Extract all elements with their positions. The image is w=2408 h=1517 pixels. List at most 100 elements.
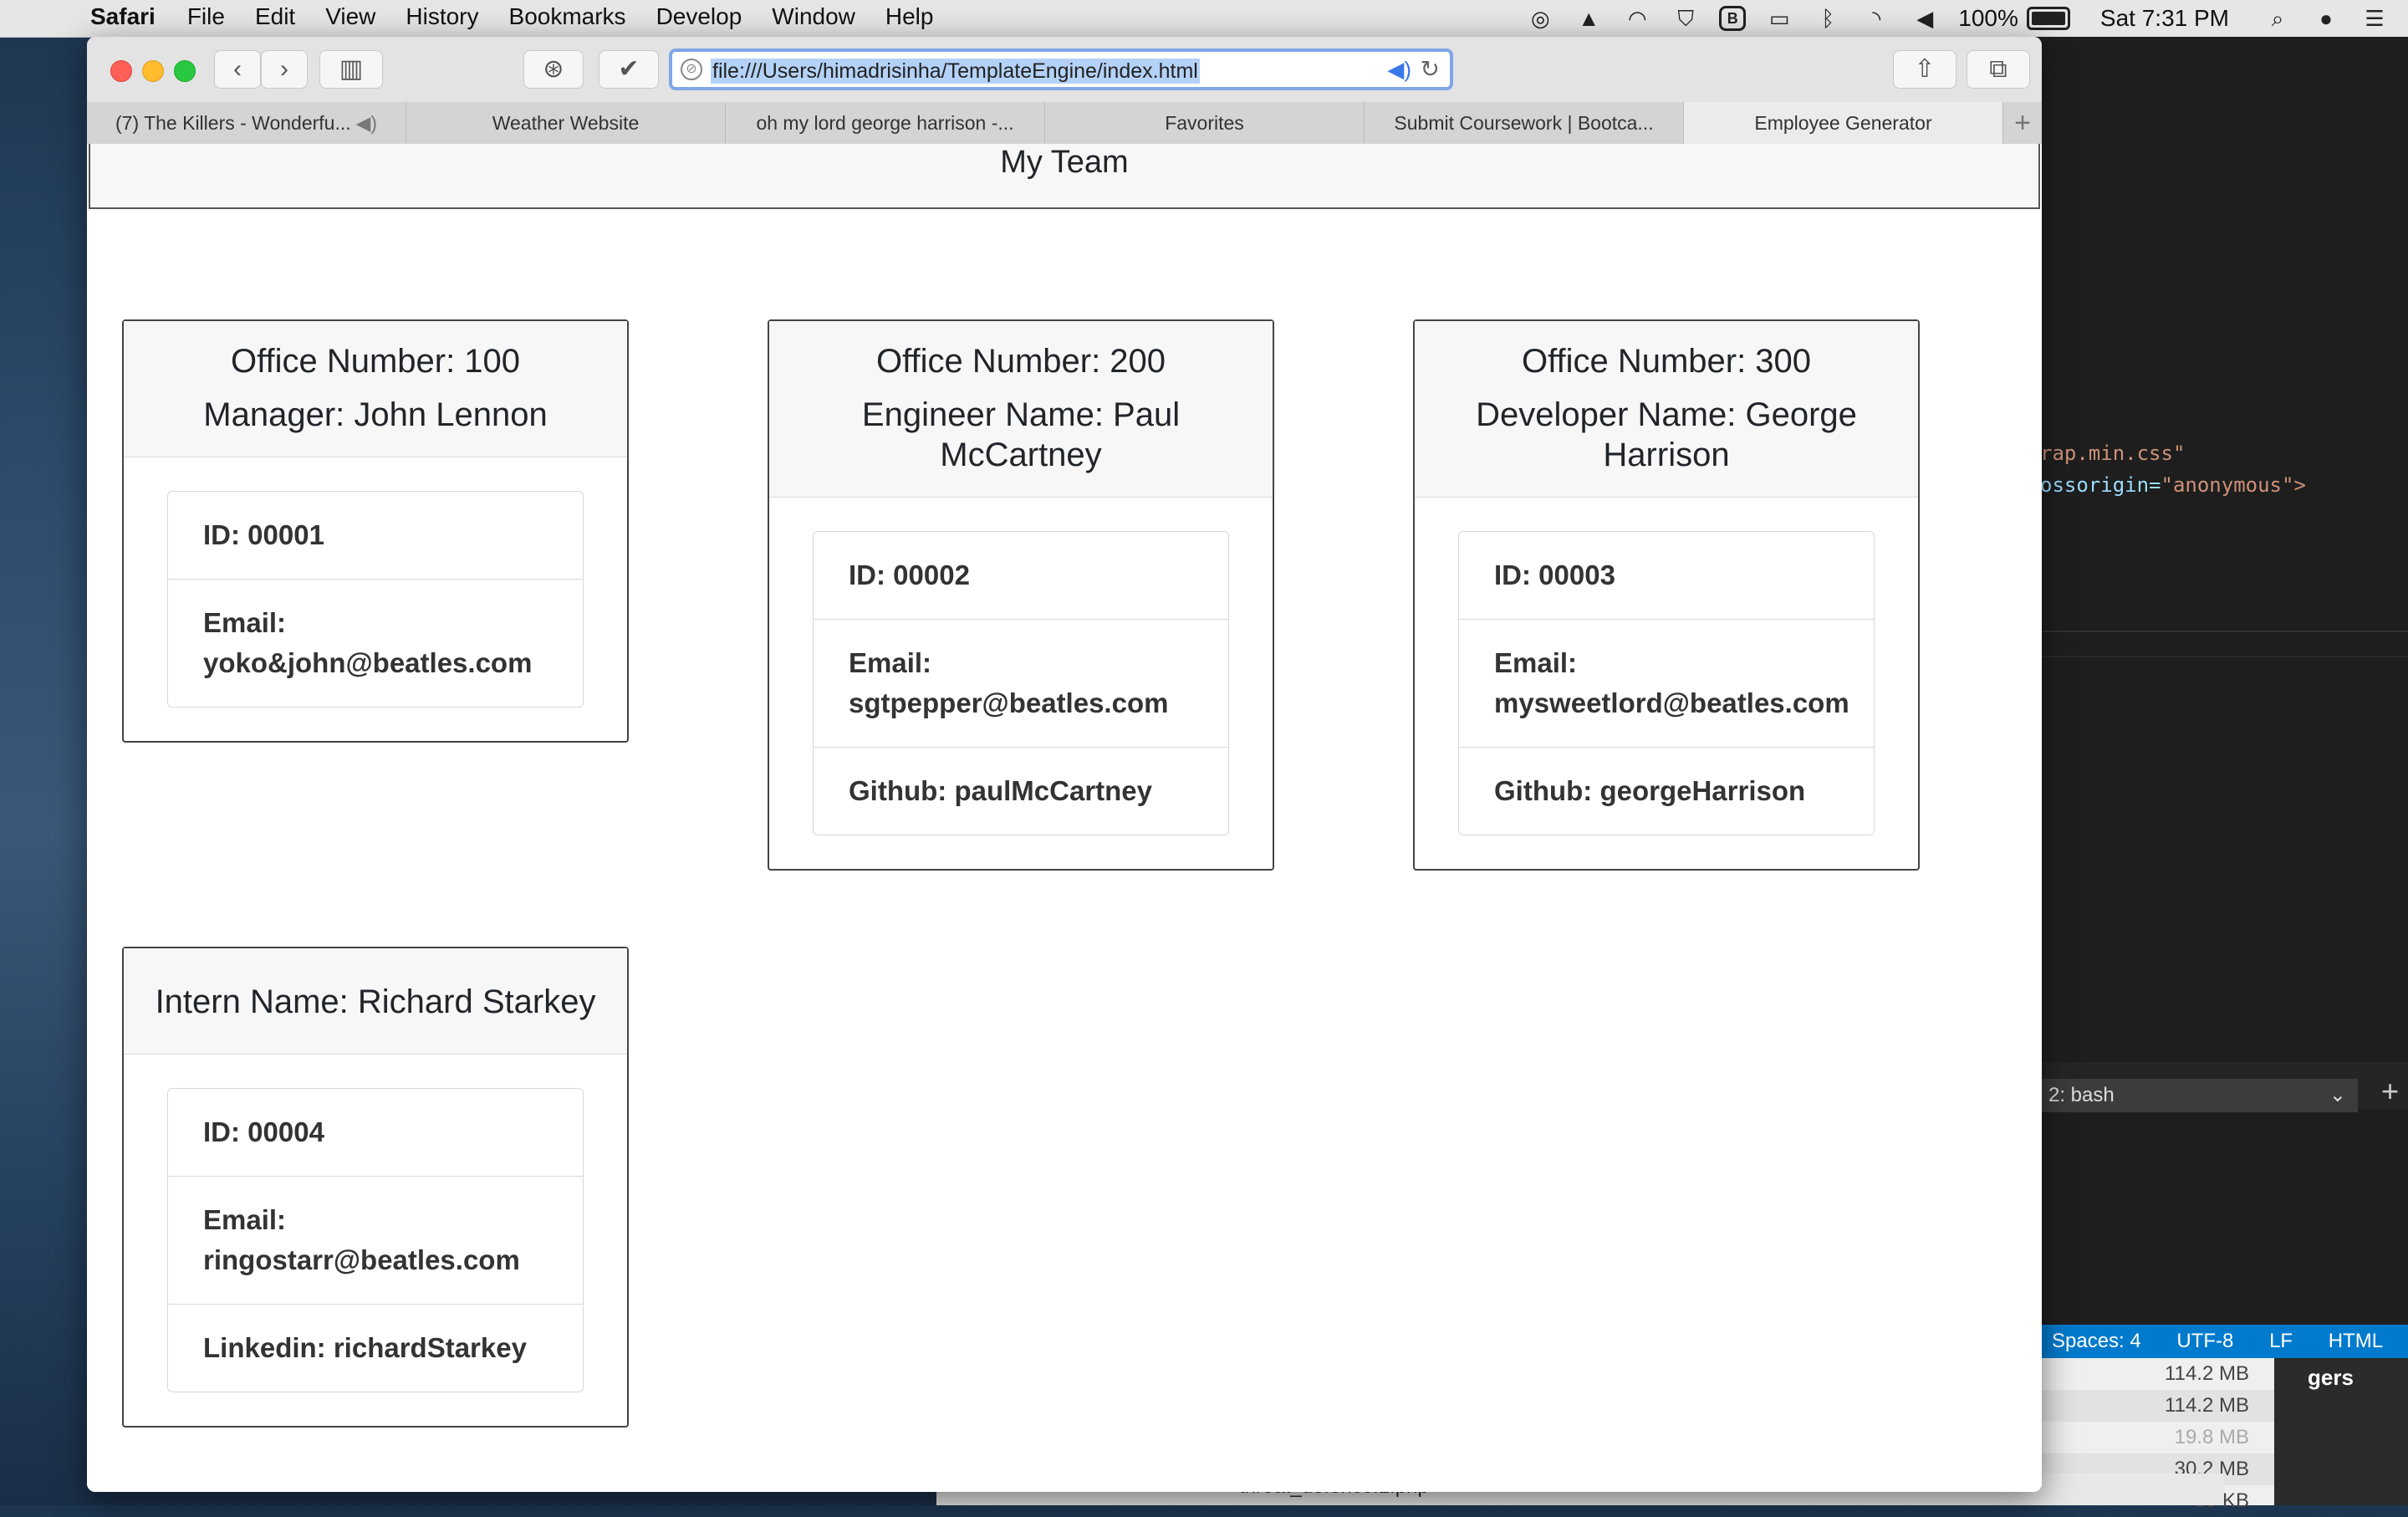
zoom-window-button[interactable]	[174, 60, 196, 82]
file-size: 19.8 MB	[2174, 1426, 2249, 1448]
tab-the-killers[interactable]: (7) The Killers - Wonderfu... ◀)	[87, 102, 406, 144]
tab-submit-coursework[interactable]: Submit Coursework | Bootca...	[1365, 102, 1684, 144]
url-text[interactable]: file:///Users/himadrisinha/TemplateEngin…	[711, 59, 1200, 84]
battery-percent: 100%	[1958, 5, 2018, 31]
chevron-right-icon: ›	[280, 55, 288, 83]
battery-icon[interactable]	[2026, 7, 2070, 30]
status-language[interactable]: HTML	[2329, 1330, 2383, 1352]
tab-george-harrison[interactable]: oh my lord george harrison -...	[726, 102, 1045, 144]
card-body: ID: 00002 Email: sgtpepper@beatles.com G…	[769, 498, 1273, 869]
employee-email: Email: mysweetlord@beatles.com	[1459, 619, 1874, 747]
employee-id: ID: 00001	[203, 519, 324, 550]
vpn-shield-icon[interactable]: ⛉	[1671, 6, 1701, 31]
menu-view[interactable]: View	[325, 3, 375, 30]
menu-app-name[interactable]: Safari	[90, 3, 156, 30]
tab-bar: (7) The Killers - Wonderfu... ◀) Weather …	[87, 102, 2042, 145]
terminal-select[interactable]: 2: bash ⌄	[2040, 1079, 2358, 1112]
tab-favorites[interactable]: Favorites	[1045, 102, 1365, 144]
employee-id: ID: 00002	[849, 559, 970, 590]
menu-window[interactable]: Window	[772, 3, 855, 30]
divider	[2040, 631, 2408, 632]
notification-center-icon[interactable]: ☰	[2360, 6, 2390, 31]
employee-github: Github: paulMcCartney	[814, 747, 1228, 835]
tab-label: (7) The Killers - Wonderfu...	[115, 112, 351, 134]
crosshair-icon: ⊛	[543, 55, 564, 83]
menu-bookmarks[interactable]: Bookmarks	[509, 3, 626, 30]
page-title: My Team	[1000, 145, 1129, 180]
finder-label: gers	[2308, 1365, 2354, 1390]
menu-file[interactable]: File	[187, 3, 225, 30]
back-button[interactable]: ‹	[214, 50, 261, 89]
bluetooth-icon[interactable]: ᛒ	[1813, 6, 1843, 31]
new-terminal-icon[interactable]: +	[2381, 1074, 2399, 1109]
finder-panel: gers	[2274, 1358, 2408, 1505]
new-tab-icon[interactable]: +	[2003, 102, 2042, 144]
file-size: 114.2 MB	[2165, 1362, 2249, 1385]
background-code-editor: rap.min.css" ossorigin="anonymous"> 2: b…	[1990, 37, 2408, 1512]
code-string: "anonymous">	[2161, 473, 2306, 497]
employee-email: Email: yoko&john@beatles.com	[168, 579, 583, 707]
page-header: My Team	[89, 144, 2040, 209]
checkmark-extension-button[interactable]: ✔	[599, 50, 659, 89]
chevron-left-icon: ‹	[233, 55, 242, 83]
menu-help[interactable]: Help	[885, 3, 934, 30]
tab-label: Submit Coursework | Bootca...	[1394, 112, 1654, 134]
forward-button[interactable]: ›	[261, 50, 308, 89]
card-header: Office Number: 100 Manager: John Lennon	[124, 321, 627, 457]
tab-label: Employee Generator	[1754, 112, 1932, 134]
menu-edit[interactable]: Edit	[255, 3, 295, 30]
clock[interactable]: Sat 7:31 PM	[2100, 5, 2229, 32]
bootstrap-icon[interactable]: B	[1719, 6, 1747, 31]
activity-icon[interactable]: ◠	[1622, 6, 1652, 31]
card-body: ID: 00003 Email: mysweetlord@beatles.com…	[1415, 498, 1918, 869]
tab-label: oh my lord george harrison -...	[756, 112, 1014, 134]
safari-window: ‹ › ▥ ⊛ ✔ ⊘ file:///Users/himadrisinha/T…	[87, 37, 2042, 1492]
tab-employee-generator[interactable]: Employee Generator	[1684, 102, 2003, 144]
audio-playing-icon[interactable]: ◀)	[1387, 57, 1411, 83]
address-bar[interactable]: ⊘ file:///Users/himadrisinha/TemplateEng…	[669, 49, 1453, 90]
employee-name: Developer Name: George Harrison	[1476, 396, 1857, 473]
chevron-down-icon: ⌄	[2329, 1084, 2346, 1106]
terminal-select-value: 2: bash	[2048, 1084, 2115, 1106]
search-icon[interactable]: ⌕	[2263, 6, 2293, 31]
vlc-icon[interactable]: ▲	[1574, 6, 1604, 31]
divider	[2040, 656, 2408, 657]
detail-list: ID: 00003 Email: mysweetlord@beatles.com…	[1458, 531, 1875, 835]
menu-history[interactable]: History	[406, 3, 478, 30]
share-icon: ⇧	[1914, 55, 1936, 83]
detail-list: ID: 00004 Email: ringostarr@beatles.com …	[167, 1088, 584, 1392]
employee-linkedin: Linkedin: richardStarkey	[168, 1304, 583, 1392]
employee-card: Office Number: 100 Manager: John Lennon …	[122, 319, 629, 743]
status-encoding[interactable]: UTF-8	[2176, 1330, 2233, 1352]
detail-list: ID: 00002 Email: sgtpepper@beatles.com G…	[813, 531, 1229, 835]
tab-weather-website[interactable]: Weather Website	[406, 102, 726, 144]
editor-status-bar: Spaces: 4 UTF-8 LF HTML	[2040, 1325, 2408, 1358]
employee-card: Intern Name: Richard Starkey ID: 00004 E…	[122, 947, 629, 1428]
minimize-window-button[interactable]	[142, 60, 164, 82]
sidebar-button[interactable]: ▥	[319, 50, 383, 89]
airplay-icon[interactable]: ▭	[1764, 6, 1794, 31]
siri-icon[interactable]: ●	[2311, 6, 2341, 31]
speaker-icon[interactable]: ◀)	[356, 112, 377, 134]
share-button[interactable]: ⇧	[1893, 50, 1956, 89]
sidebar-icon: ▥	[339, 55, 364, 83]
close-window-button[interactable]	[110, 60, 132, 82]
menu-develop[interactable]: Develop	[656, 3, 742, 30]
employee-id: ID: 00004	[203, 1116, 324, 1147]
office-number: Office Number: 100	[230, 343, 521, 380]
volume-icon[interactable]: ◀	[1910, 6, 1940, 31]
card-header: Intern Name: Richard Starkey	[124, 948, 627, 1055]
card-header: Office Number: 200 Engineer Name: Paul M…	[769, 321, 1273, 498]
status-eol[interactable]: LF	[2269, 1330, 2293, 1352]
status-indent[interactable]: Spaces: 4	[2052, 1330, 2141, 1352]
wifi-icon[interactable]: ◝	[1861, 6, 1891, 31]
tabs-overview-icon: ⧉	[1989, 55, 2008, 83]
extension-button[interactable]: ⊛	[523, 50, 584, 89]
reload-icon[interactable]: ↻	[1421, 55, 1440, 83]
employee-name: Engineer Name: Paul McCartney	[861, 396, 1181, 473]
detail-list: ID: 00001 Email: yoko&john@beatles.com	[167, 491, 584, 707]
creative-cloud-icon[interactable]: ◎	[1525, 6, 1555, 31]
card-body: ID: 00004 Email: ringostarr@beatles.com …	[124, 1055, 627, 1426]
compass-icon: ⊘	[681, 59, 702, 80]
tabs-overview-button[interactable]: ⧉	[1967, 50, 2030, 89]
